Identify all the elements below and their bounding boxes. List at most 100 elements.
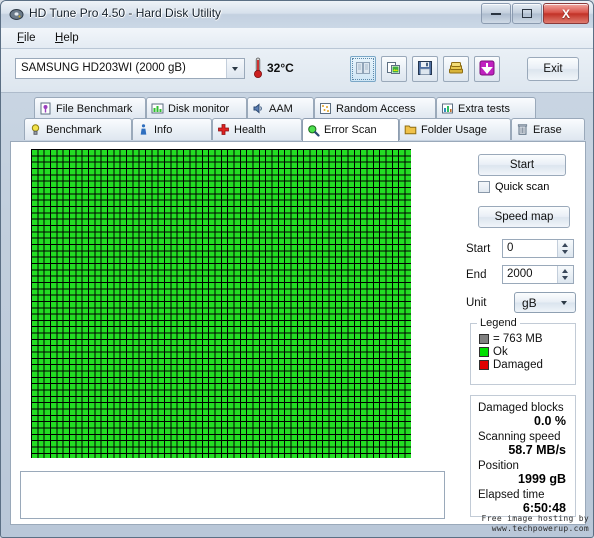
image-copy-icon <box>386 60 402 79</box>
temperature-value: 32°C <box>267 61 294 75</box>
legend-entry-scale: = 763 MB <box>479 333 575 345</box>
unit-field-row: Unit gB <box>466 292 576 313</box>
stat-value-damaged: 0.0 % <box>534 414 566 428</box>
legend-group: Legend = 763 MB Ok Damaged <box>470 317 576 385</box>
floppy-disk-icon <box>417 60 433 79</box>
legend-swatch-scale <box>479 334 489 344</box>
copy-button[interactable] <box>350 56 376 82</box>
screenshot-button[interactable] <box>381 56 407 82</box>
chevron-down-icon[interactable] <box>226 59 244 78</box>
tab-disk-monitor[interactable]: Disk monitor <box>146 97 247 119</box>
drive-select[interactable]: SAMSUNG HD203WI (2000 gB) <box>15 58 245 79</box>
stat-value-position: 1999 gB <box>518 472 566 486</box>
speed-map-button[interactable]: Speed map <box>478 206 570 228</box>
block-map-cells <box>31 149 411 458</box>
stat-label-position: Position <box>478 460 519 472</box>
watermark-line2: www.techpowerup.com <box>491 524 589 533</box>
tab-info[interactable]: Info <box>132 118 212 140</box>
legend-swatch-damaged <box>479 360 489 370</box>
end-input-value: 2000 <box>507 268 533 280</box>
tab-error-scan-label: Error Scan <box>324 124 377 136</box>
window-controls: X <box>481 3 589 24</box>
error-scan-block-map[interactable] <box>31 149 411 458</box>
legend-label-scale: = 763 MB <box>493 333 543 345</box>
tab-folder-usage[interactable]: Folder Usage <box>399 118 511 140</box>
tab-benchmark-label: Benchmark <box>46 123 102 136</box>
trash-icon <box>516 123 529 136</box>
quick-scan-checkbox[interactable] <box>478 181 490 193</box>
legend-entry-damaged: Damaged <box>479 359 575 371</box>
unit-select[interactable]: gB <box>514 292 576 313</box>
tab-file-benchmark[interactable]: File Benchmark <box>34 97 146 119</box>
start-field-label: Start <box>466 242 491 255</box>
tab-error-scan[interactable]: Error Scan <box>302 118 399 141</box>
magnifier-icon <box>307 124 320 137</box>
stat-label-speed: Scanning speed <box>478 431 561 443</box>
start-field-row: Start 0 <box>466 239 574 258</box>
legend-label-ok: Ok <box>493 346 508 358</box>
watermark: Free image hosting by www.techpowerup.co… <box>482 514 589 534</box>
statistics-group: Damaged blocks 0.0 % Scanning speed 58.7… <box>470 395 576 517</box>
stat-value-speed: 58.7 MB/s <box>508 443 566 457</box>
tab-disk-monitor-label: Disk monitor <box>168 102 230 115</box>
tab-random-access-label: Random Access <box>336 102 416 115</box>
start-button[interactable]: Start <box>478 154 566 176</box>
menu-item-file[interactable]: File <box>11 31 42 45</box>
quick-scan-row[interactable]: Quick scan <box>478 181 549 193</box>
window-title: HD Tune Pro 4.50 - Hard Disk Utility <box>29 6 222 20</box>
info-icon <box>137 123 150 136</box>
tab-info-label: Info <box>154 123 173 136</box>
tab-erase[interactable]: Erase <box>511 118 585 140</box>
minimize-button[interactable] <box>481 3 511 24</box>
watermark-line1: Free image hosting by <box>481 514 589 523</box>
close-button[interactable]: X <box>543 3 589 24</box>
folder-icon <box>404 123 417 136</box>
tab-extra-tests[interactable]: Extra tests <box>436 97 536 119</box>
gold-button[interactable] <box>443 56 469 82</box>
purple-down-arrow-icon <box>479 60 495 79</box>
app-disk-icon <box>9 7 24 22</box>
start-input-value: 0 <box>507 242 514 254</box>
drive-select-value: SAMSUNG HD203WI (2000 gB) <box>21 62 186 74</box>
unit-field-label: Unit <box>466 296 487 309</box>
tab-health[interactable]: Health <box>212 118 302 140</box>
tab-benchmark[interactable]: Benchmark <box>24 118 132 140</box>
start-stepper[interactable] <box>557 240 573 257</box>
chevron-down-icon <box>561 301 567 305</box>
file-benchmark-icon <box>39 102 52 115</box>
copy-pages-icon <box>355 60 371 79</box>
tab-erase-label: Erase <box>533 123 562 136</box>
tab-aam[interactable]: AAM <box>247 97 314 119</box>
end-field-label: End <box>466 268 487 281</box>
menu-help-rest: elp <box>63 32 79 44</box>
menu-file-rest: ile <box>24 32 36 44</box>
app-window: HD Tune Pro 4.50 - Hard Disk Utility X F… <box>0 0 594 538</box>
stat-value-elapsed: 6:50:48 <box>522 501 566 515</box>
random-dots-icon <box>319 102 332 115</box>
exit-button[interactable]: Exit <box>527 57 579 81</box>
end-field-row: End 2000 <box>466 265 574 284</box>
stat-label-damaged: Damaged blocks <box>478 402 564 414</box>
tab-folder-usage-label: Folder Usage <box>421 123 488 136</box>
tab-health-label: Health <box>234 123 266 136</box>
red-cross-icon <box>217 123 230 136</box>
start-input[interactable]: 0 <box>502 239 574 258</box>
menu-bar: File Help <box>1 28 593 49</box>
bar-chart-icon <box>151 102 164 115</box>
download-button[interactable] <box>474 56 500 82</box>
thermometer-icon <box>253 57 263 79</box>
legend-entry-ok: Ok <box>479 346 575 358</box>
end-stepper[interactable] <box>557 266 573 283</box>
tab-random-access[interactable]: Random Access <box>314 97 436 119</box>
money-stack-icon <box>448 60 464 79</box>
quick-scan-label: Quick scan <box>495 181 550 193</box>
lightbulb-icon <box>29 123 42 136</box>
end-input[interactable]: 2000 <box>502 265 574 284</box>
stat-label-elapsed: Elapsed time <box>478 489 545 501</box>
maximize-button[interactable] <box>512 3 542 24</box>
save-button[interactable] <box>412 56 438 82</box>
tab-file-benchmark-label: File Benchmark <box>56 102 133 115</box>
menu-item-help[interactable]: Help <box>49 31 85 45</box>
scan-log-box <box>20 471 445 519</box>
tab-aam-label: AAM <box>269 102 293 115</box>
